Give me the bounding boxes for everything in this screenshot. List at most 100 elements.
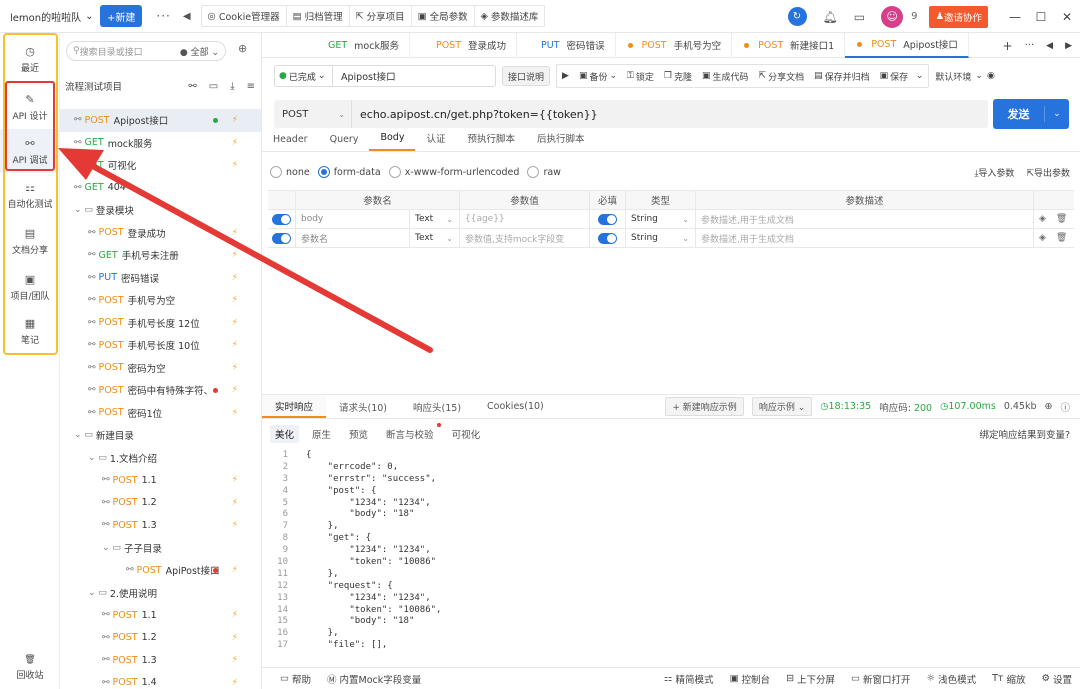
- zoom-button[interactable]: Tт 缩放: [992, 672, 1025, 686]
- arrow-left-icon[interactable]: ◀: [1046, 41, 1053, 51]
- trash-icon[interactable]: 🗑︎: [1056, 214, 1067, 224]
- search-input[interactable]: ⚲ 搜索目录或接口 ● 全部 ⌄: [66, 41, 226, 61]
- tab-pretty[interactable]: 美化: [270, 425, 300, 443]
- row-enable-toggle[interactable]: [268, 229, 296, 247]
- tab-new-api[interactable]: POST 新建接口1: [732, 32, 846, 58]
- tree-folder[interactable]: ⌄ ▭ 子子目录: [60, 537, 261, 560]
- tree-item[interactable]: ⚯ POST 登录成功 ⚡︎: [60, 222, 261, 245]
- param-value-input[interactable]: 参数值,支持mock字段变: [460, 229, 590, 247]
- tab-live-response[interactable]: 实时响应: [262, 395, 327, 418]
- add-folder-icon[interactable]: ▭: [209, 81, 218, 92]
- tree-item[interactable]: ⚯ GET 手机号未注册 ⚡︎: [60, 244, 261, 267]
- info-icon[interactable]: ⓘ: [1060, 400, 1070, 414]
- radio-form-data[interactable]: form-data: [317, 166, 381, 178]
- plus-icon[interactable]: +: [1003, 39, 1013, 53]
- param-type-select[interactable]: Text ⌄: [410, 210, 460, 228]
- tree-item[interactable]: ⚯ POST 1.1 ⚡︎: [60, 604, 261, 627]
- api-name-input[interactable]: Apipost接口: [332, 65, 496, 87]
- tree-item[interactable]: ⚯ GET 可视化 ⚡︎: [60, 154, 261, 177]
- bind-var-link[interactable]: 绑定响应结果到变量?: [979, 427, 1070, 441]
- send-button[interactable]: 发送 ⌄: [993, 99, 1069, 129]
- required-toggle[interactable]: [590, 229, 626, 247]
- tab-response-headers[interactable]: 响应头(15): [400, 395, 474, 418]
- param-value-input[interactable]: {{age}}: [460, 210, 590, 228]
- tree-item[interactable]: ⚯ POST 1.3 ⚡︎: [60, 649, 261, 672]
- new-window-button[interactable]: ▭ 新窗口打开: [851, 672, 911, 686]
- tab-visualize[interactable]: 可视化: [447, 425, 486, 443]
- tree-item[interactable]: ⚯ GET 404: [60, 177, 261, 200]
- env-select[interactable]: 默认环境 ⌄ ◉: [935, 70, 994, 83]
- sort-icon[interactable]: ≡: [247, 81, 255, 92]
- light-mode-button[interactable]: ☼ 浅色模式: [927, 672, 977, 686]
- more-icon[interactable]: ···: [156, 9, 170, 23]
- status-select[interactable]: ● 已完成 ⌄: [274, 65, 332, 87]
- tab-assert[interactable]: 断言与校验: [381, 423, 441, 443]
- tab-raw[interactable]: 原生: [307, 425, 336, 443]
- tab-body[interactable]: Body: [369, 132, 416, 151]
- tab-mock[interactable]: GET mock服务: [262, 32, 410, 58]
- tree-item[interactable]: ⚯ POST ApiPost接口 ⚡︎: [60, 559, 261, 582]
- tree-item[interactable]: ⚯ PUT 密码错误 ⚡︎: [60, 267, 261, 290]
- response-code[interactable]: 1{2 "errcode": 0, 3 "errstr": "success", 4…: [262, 450, 1080, 655]
- tree-item[interactable]: ⚯ POST 密码1位 ⚡︎: [60, 402, 261, 425]
- tree-item[interactable]: ⚯ GET mock服务 ⚡︎: [60, 132, 261, 155]
- tab-wrong-password[interactable]: PUT 密码错误: [517, 32, 616, 58]
- tree-folder[interactable]: ⌄ ▭ 登录模块: [60, 199, 261, 222]
- tab-apipost[interactable]: POST Apipost接口: [845, 32, 969, 58]
- invite-button[interactable]: ♟ 邀请协作: [929, 5, 988, 28]
- tab-login-success[interactable]: POST 登录成功: [410, 32, 518, 58]
- tab-query[interactable]: Query: [319, 134, 370, 151]
- tab-request-headers[interactable]: 请求头(10): [326, 395, 400, 418]
- maximize-icon[interactable]: ☐: [1028, 10, 1054, 24]
- save-archive-button[interactable]: ▤ 保存并归档: [809, 65, 875, 87]
- radio-raw[interactable]: raw: [527, 166, 561, 178]
- lock-button[interactable]: ⚿ 锁定: [622, 65, 659, 87]
- cube-icon[interactable]: ◈: [1039, 233, 1046, 243]
- close-icon[interactable]: ✕: [1054, 10, 1080, 24]
- value-type-select[interactable]: String ⌄: [626, 229, 696, 247]
- param-desc-lib-button[interactable]: ◈ 参数描述库: [475, 6, 545, 26]
- minimize-icon[interactable]: —: [1002, 10, 1028, 24]
- target-icon[interactable]: ⊕: [238, 42, 247, 55]
- tab-pre-script[interactable]: 预执行脚本: [456, 131, 526, 151]
- param-name-input[interactable]: 参数名: [296, 229, 410, 247]
- tab-phone-empty[interactable]: POST 手机号为空: [616, 32, 733, 58]
- new-example-button[interactable]: + 新建响应示例: [665, 397, 744, 416]
- import-button[interactable]: ⤓导入参数: [974, 166, 1014, 179]
- gen-code-button[interactable]: ▣ 生成代码: [697, 65, 754, 87]
- url-input[interactable]: echo.apipost.cn/get.php?token={{token}}: [352, 108, 598, 121]
- tree-item[interactable]: ⚯ POST 手机号为空 ⚡︎: [60, 289, 261, 312]
- more-icon[interactable]: ···: [1025, 40, 1035, 51]
- tree-item[interactable]: ⚯ POST 手机号长度 10位 ⚡︎: [60, 334, 261, 357]
- trash-icon[interactable]: 🗑︎: [1056, 233, 1067, 243]
- bell-icon[interactable]: 🔔︎: [823, 10, 838, 24]
- run-icon[interactable]: ▶: [557, 65, 574, 87]
- radio-none[interactable]: none: [270, 166, 310, 178]
- global-params-button[interactable]: ▣ 全局参数: [412, 6, 475, 26]
- team-selector[interactable]: lemon的啦啦队 ⌄: [10, 9, 94, 24]
- console-button[interactable]: ▣ 控制台: [730, 672, 771, 686]
- share-doc-button[interactable]: ⇱ 分享文档: [754, 65, 810, 87]
- archive-button[interactable]: ▤ 归档管理: [287, 6, 350, 26]
- export-button[interactable]: ⇱导出参数: [1026, 166, 1070, 179]
- download-icon[interactable]: ⤓: [230, 81, 234, 92]
- filter-select[interactable]: ● 全部 ⌄: [180, 45, 219, 58]
- row-enable-toggle[interactable]: [268, 210, 296, 228]
- clone-button[interactable]: ❐ 克隆: [659, 65, 697, 87]
- method-select[interactable]: POST ⌄: [274, 100, 352, 128]
- add-api-icon[interactable]: ⚯: [188, 81, 196, 92]
- tree-item[interactable]: ⚯ POST 手机号长度 12位 ⚡︎: [60, 312, 261, 335]
- help-button[interactable]: ▭ 帮助: [280, 672, 311, 686]
- notes-icon[interactable]: ▭: [854, 10, 865, 24]
- tree-item[interactable]: ⚯ POST 1.3 ⚡︎: [60, 514, 261, 537]
- sync-icon[interactable]: ↻: [787, 7, 807, 26]
- tree-item[interactable]: ⚯ POST 密码中有特殊字符、 ⚡︎: [60, 379, 261, 402]
- tree-item[interactable]: ⚯ POST 1.2 ⚡︎: [60, 627, 261, 650]
- backup-button[interactable]: ▣ 备份 ⌄: [574, 65, 622, 87]
- tab-post-script[interactable]: 后执行脚本: [526, 131, 596, 151]
- settings-button[interactable]: ⚙ 设置: [1041, 672, 1072, 686]
- collapse-left-icon[interactable]: ◀: [183, 11, 191, 22]
- recycle-bin[interactable]: 🗑︎ 回收站: [0, 655, 60, 681]
- avatar[interactable]: ☺: [881, 5, 904, 28]
- tree-item[interactable]: ⚯ POST 密码为空 ⚡︎: [60, 357, 261, 380]
